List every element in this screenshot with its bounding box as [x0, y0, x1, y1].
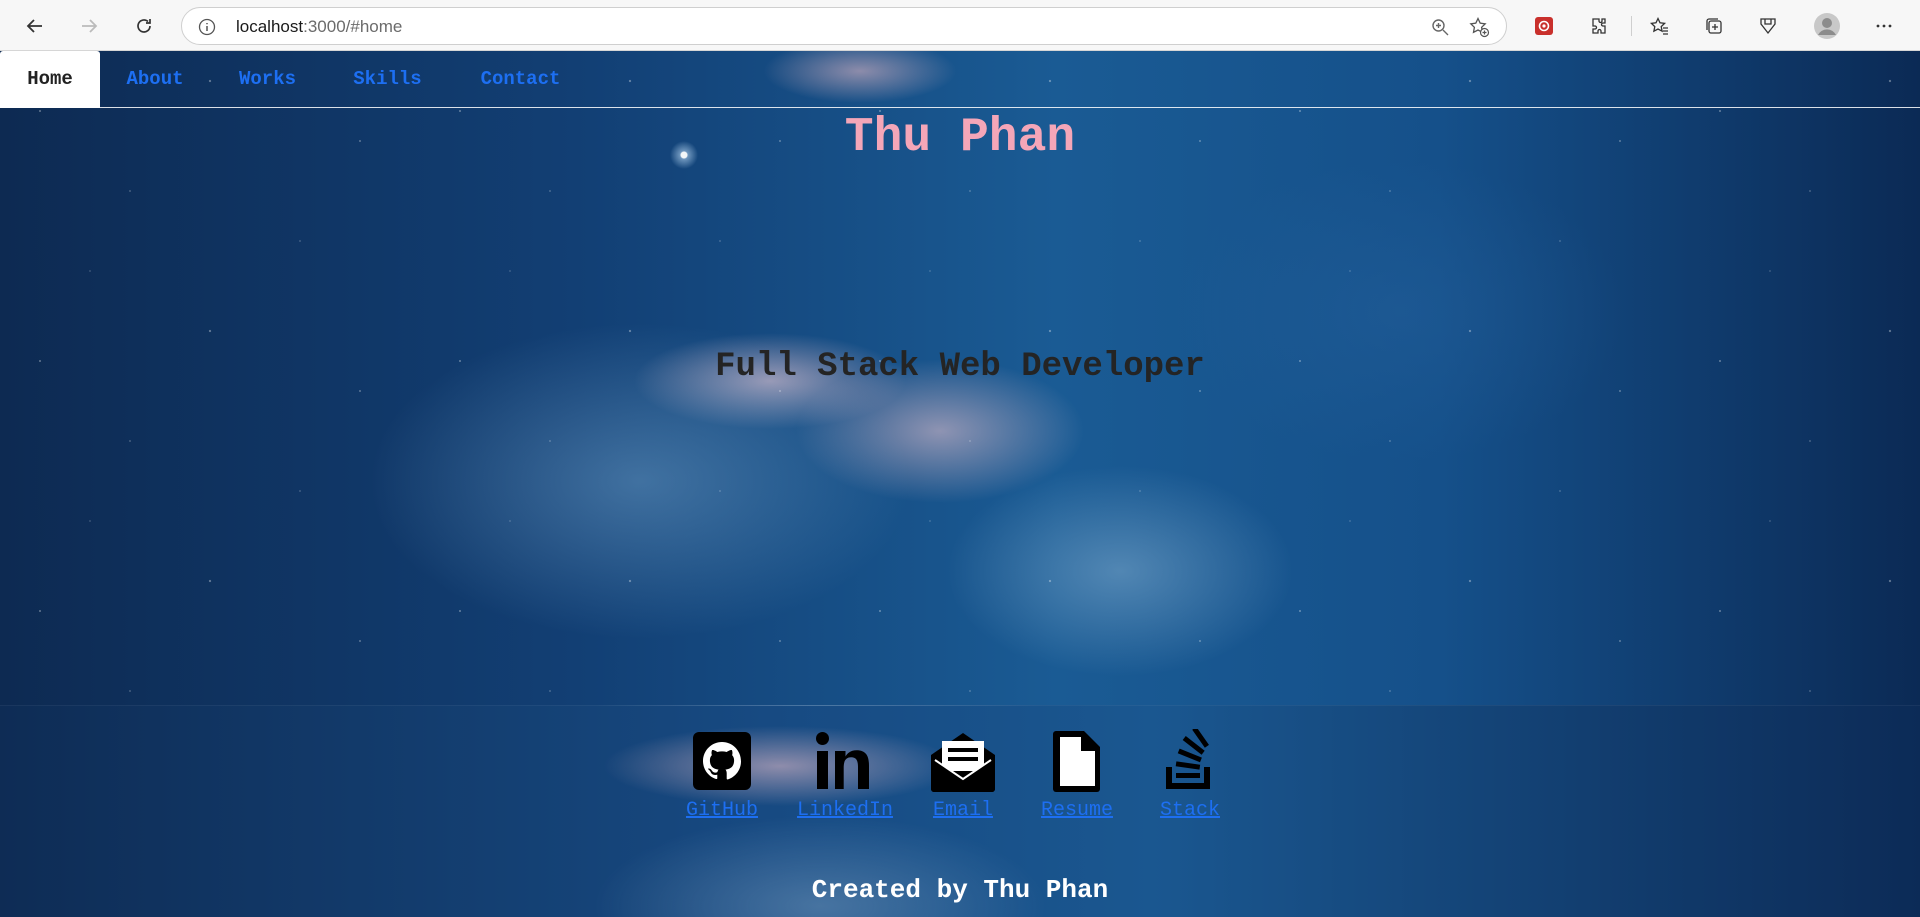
file-icon: [1051, 725, 1103, 797]
email-link[interactable]: Email: [924, 725, 1002, 822]
footer-credit: Created by Thu Phan: [811, 875, 1109, 905]
nav-contact[interactable]: Contact: [468, 51, 573, 108]
performance-button[interactable]: [1751, 9, 1785, 43]
more-icon: [1876, 24, 1892, 28]
zoom-icon[interactable]: [1430, 17, 1450, 37]
linkedin-link[interactable]: LinkedIn: [790, 725, 900, 822]
github-label: GitHub: [685, 799, 758, 822]
address-bar[interactable]: localhost:3000/#home: [181, 7, 1507, 45]
info-icon[interactable]: [197, 17, 217, 37]
reload-icon: [137, 19, 151, 33]
back-arrow-icon: [26, 19, 42, 33]
nav-about[interactable]: About: [110, 51, 200, 108]
job-title: Full Stack Web Developer: [715, 348, 1205, 386]
toolbar-separator: [1631, 16, 1632, 36]
email-icon: [929, 725, 997, 797]
github-link[interactable]: GitHub: [680, 725, 764, 822]
page-title: Thu Phan: [844, 111, 1076, 165]
favorites-icon: [1649, 16, 1668, 35]
stackoverflow-link[interactable]: Stack: [1150, 725, 1230, 822]
resume-link[interactable]: Resume: [1034, 725, 1120, 822]
extension-badge-button[interactable]: [1527, 9, 1561, 43]
performance-icon: [1760, 18, 1776, 35]
browser-toolbar: localhost:3000/#home: [0, 0, 1920, 51]
profile-button[interactable]: [1810, 9, 1844, 43]
add-favorite-icon[interactable]: [1468, 16, 1490, 38]
github-icon: [692, 725, 752, 797]
email-label: Email: [932, 799, 993, 822]
back-button[interactable]: [18, 9, 52, 43]
nav-skills[interactable]: Skills: [340, 51, 435, 108]
stackoverflow-icon: [1162, 725, 1218, 797]
page-viewport: Home About Works Skills Contact Thu Phan…: [0, 51, 1920, 917]
extension-badge-icon: [1535, 17, 1553, 35]
extensions-button[interactable]: [1582, 9, 1616, 43]
more-button[interactable]: [1867, 9, 1901, 43]
main-nav: Home About Works Skills Contact: [0, 51, 1920, 108]
resume-label: Resume: [1040, 799, 1113, 822]
forward-arrow-icon: [82, 19, 98, 33]
forward-button[interactable]: [72, 9, 106, 43]
nav-works[interactable]: Works: [225, 51, 310, 108]
collections-button[interactable]: [1697, 9, 1731, 43]
reload-button[interactable]: [127, 9, 161, 43]
favorites-button[interactable]: [1642, 9, 1676, 43]
url-text: localhost:3000/#home: [236, 17, 403, 36]
collections-icon: [1706, 18, 1722, 34]
social-links: GitHub LinkedIn Email Resume Stack: [0, 725, 1920, 825]
stack-label: Stack: [1159, 799, 1220, 822]
linkedin-label: LinkedIn: [796, 799, 893, 822]
nav-home[interactable]: Home: [0, 51, 100, 108]
linkedin-icon: [813, 725, 877, 797]
extensions-icon: [1592, 18, 1606, 34]
profile-icon: [1814, 13, 1840, 39]
